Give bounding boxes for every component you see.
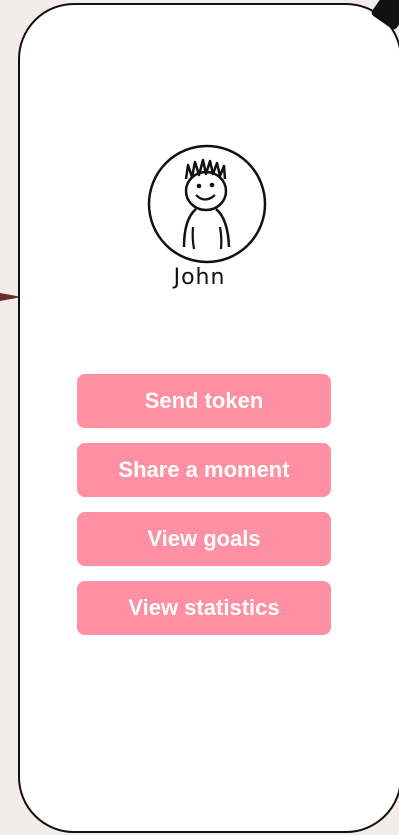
frame-corner-marker bbox=[370, 0, 399, 31]
view-goals-button[interactable]: View goals bbox=[77, 512, 331, 566]
profile-name: John bbox=[173, 265, 226, 290]
send-token-button[interactable]: Send token bbox=[77, 374, 331, 428]
avatar-person-sketch-icon bbox=[147, 144, 267, 264]
view-statistics-button[interactable]: View statistics bbox=[77, 581, 331, 635]
share-moment-button[interactable]: Share a moment bbox=[77, 443, 331, 497]
